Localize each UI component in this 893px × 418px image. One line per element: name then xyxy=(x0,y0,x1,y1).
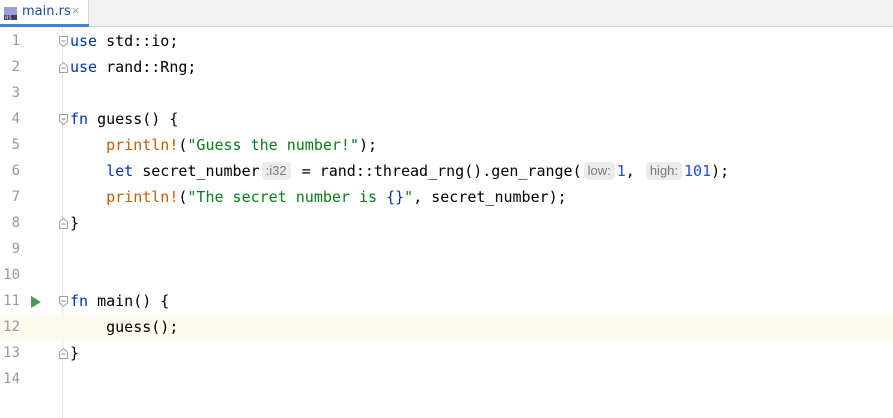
code-token: guess(); xyxy=(106,318,179,336)
fold-end-icon[interactable] xyxy=(59,62,68,73)
line-number: 9 xyxy=(11,241,20,257)
code-text: fn main() { xyxy=(70,292,169,310)
line-number: 13 xyxy=(3,345,20,361)
line-number: 11 xyxy=(3,293,20,309)
code-token: rand::Rng; xyxy=(97,58,197,76)
code-line-12[interactable]: 12 guess(); xyxy=(0,315,893,341)
rust-file-icon: RS xyxy=(4,7,17,20)
fold-start-icon[interactable] xyxy=(59,36,68,47)
keyword: fn xyxy=(70,292,89,310)
fold-end-icon[interactable] xyxy=(59,348,68,359)
line-number: 3 xyxy=(11,85,20,101)
macro-token: println! xyxy=(106,136,179,154)
editor-tab-bar: RS main.rs × xyxy=(0,0,893,27)
tab-main-rs[interactable]: RS main.rs × xyxy=(0,0,89,27)
code-text: println!("The secret number is {}", secr… xyxy=(106,188,567,206)
code-token: , secret_number); xyxy=(413,188,567,206)
code-line-2[interactable]: 2 use rand::Rng; xyxy=(0,55,893,81)
line-number: 7 xyxy=(11,189,20,205)
line-number: 2 xyxy=(11,59,20,75)
close-icon[interactable]: × xyxy=(71,4,80,17)
code-line-5[interactable]: 5 println!("Guess the number!"); xyxy=(0,133,893,159)
code-line-10[interactable]: 10 xyxy=(0,263,893,289)
line-number: 4 xyxy=(11,111,20,127)
line-number: 5 xyxy=(11,137,20,153)
keyword: use xyxy=(70,32,98,50)
keyword: let xyxy=(106,162,134,180)
code-line-14[interactable]: 14 xyxy=(0,367,893,393)
tab-label: main.rs xyxy=(22,4,71,19)
code-token: = rand::thread_rng().gen_range( xyxy=(292,162,582,180)
code-text: guess(); xyxy=(70,318,178,336)
param-hint-high: high: xyxy=(645,162,683,180)
code-line-11[interactable]: 11 fn main() { xyxy=(0,289,893,315)
param-hint-low: low: xyxy=(583,162,615,180)
code-text: } xyxy=(70,214,80,232)
line-number: 10 xyxy=(3,267,20,283)
line-number: 14 xyxy=(3,371,20,387)
fold-start-icon[interactable] xyxy=(59,114,68,125)
code-text: } xyxy=(70,344,80,362)
macro-token: println! xyxy=(106,188,179,206)
string-literal: "Guess the number!" xyxy=(187,136,359,154)
code-line-6[interactable]: 6 let secret_number:i32 = rand::thread_r… xyxy=(0,159,893,185)
fold-end-icon[interactable] xyxy=(59,218,68,229)
line-number: 1 xyxy=(11,33,20,49)
code-line-7[interactable]: 7 println!("The secret number is {}", se… xyxy=(0,185,893,211)
keyword: fn xyxy=(70,110,89,128)
line-number: 8 xyxy=(11,215,20,231)
type-hint: :i32 xyxy=(261,162,291,180)
keyword: use xyxy=(70,58,98,76)
code-line-13[interactable]: 13 } xyxy=(0,341,893,367)
line-number: 6 xyxy=(11,163,20,179)
string-literal: "The secret number is xyxy=(187,188,387,206)
code-line-8[interactable]: 8 } xyxy=(0,211,893,237)
code-line-1[interactable]: 1 use std::io; xyxy=(0,29,893,55)
fold-start-icon[interactable] xyxy=(59,296,68,307)
line-number: 12 xyxy=(3,319,20,335)
code-line-9[interactable]: 9 xyxy=(0,237,893,263)
code-text: println!("Guess the number!"); xyxy=(106,136,378,154)
format-placeholder: {} xyxy=(386,188,405,206)
code-line-4[interactable]: 4 fn guess() { xyxy=(0,107,893,133)
string-literal: " xyxy=(404,188,414,206)
code-line-3[interactable]: 3 xyxy=(0,81,893,107)
code-token: std::io; xyxy=(97,32,179,50)
number-literal: 101 xyxy=(684,162,712,180)
code-text: use rand::Rng; xyxy=(70,58,196,76)
svg-text:RS: RS xyxy=(5,16,12,21)
code-text: fn guess() { xyxy=(70,110,178,128)
code-text: let secret_number:i32 = rand::thread_rng… xyxy=(106,162,730,180)
code-text: use std::io; xyxy=(70,32,178,50)
code-token: main() { xyxy=(88,292,170,310)
code-token: guess() { xyxy=(88,110,179,128)
run-icon[interactable] xyxy=(31,296,41,308)
number-literal: 1 xyxy=(616,162,626,180)
code-token: secret_number xyxy=(133,162,260,180)
